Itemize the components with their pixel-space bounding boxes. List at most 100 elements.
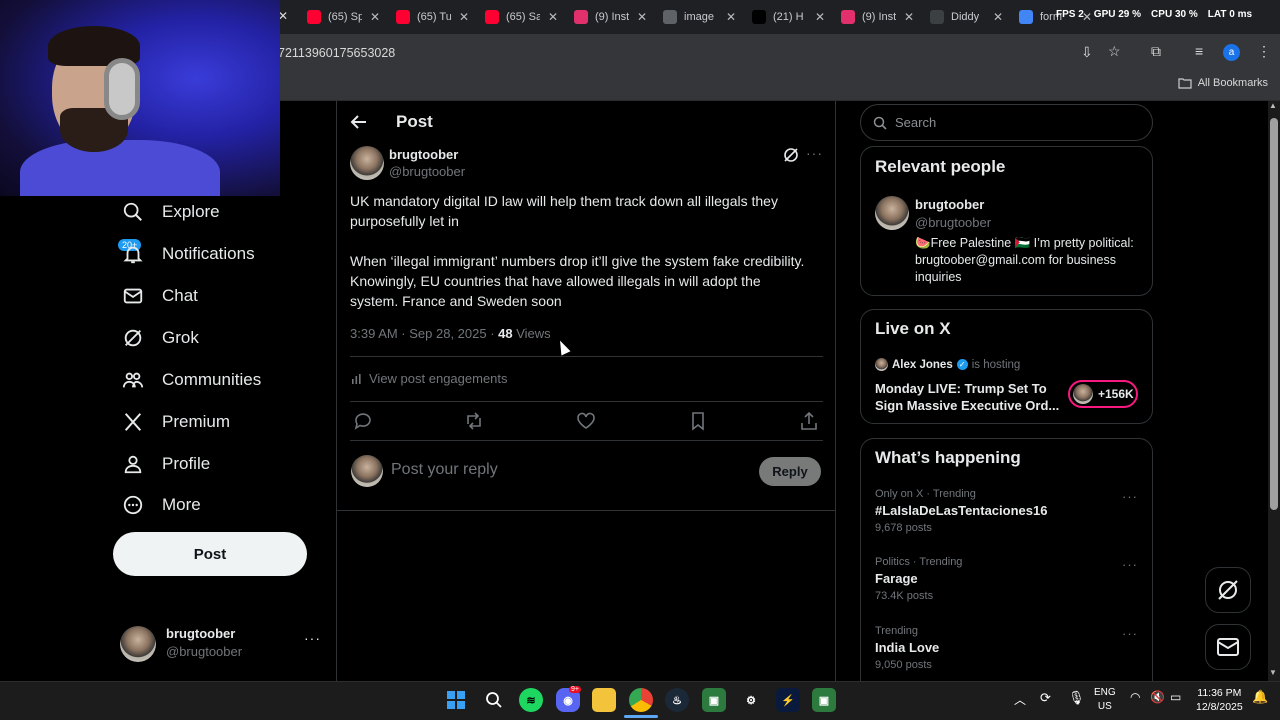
all-bookmarks-button[interactable]: All Bookmarks: [1178, 77, 1268, 89]
live-listeners-pill[interactable]: +156K: [1068, 380, 1138, 408]
author-avatar[interactable]: [350, 146, 384, 180]
grok-explain-icon[interactable]: [783, 147, 799, 163]
browser-tab[interactable]: (65) Tu ✕: [396, 6, 469, 28]
file-explorer-icon[interactable]: [592, 688, 616, 712]
close-tab-icon[interactable]: ✕: [904, 10, 914, 24]
profile-avatar-icon[interactable]: a: [1223, 44, 1240, 61]
tray-chevron-up-icon[interactable]: ︿: [1014, 691, 1026, 708]
author-handle[interactable]: @brugtoober: [389, 164, 465, 179]
author-name[interactable]: brugtoober: [389, 147, 458, 162]
grok-float-button[interactable]: [1205, 567, 1251, 613]
compose-post-button[interactable]: Post: [113, 532, 307, 576]
browser-tab[interactable]: (9) Inst ✕: [574, 6, 647, 28]
grok-icon: [124, 329, 142, 347]
trend-context: Trending: [875, 625, 919, 637]
settings-app-icon[interactable]: ⚙: [739, 688, 763, 712]
browser-tab[interactable]: (21) H ✕: [752, 6, 825, 28]
wifi-icon[interactable]: ◠: [1130, 690, 1140, 704]
notification-center-icon[interactable]: 🔔: [1252, 689, 1268, 705]
browser-tab[interactable]: (65) Sa ✕: [485, 6, 558, 28]
close-tab-icon[interactable]: ✕: [459, 10, 469, 24]
bookmark-icon[interactable]: [688, 411, 708, 431]
nav-grok[interactable]: Grok: [122, 322, 199, 354]
repost-icon[interactable]: [464, 411, 484, 431]
browser-tab[interactable]: (65) Sp ✕: [307, 6, 380, 28]
nav-chat[interactable]: Chat: [122, 280, 198, 312]
sync-icon[interactable]: ⟳: [1040, 690, 1051, 706]
account-handle: @brugtoober: [166, 644, 243, 659]
back-arrow-icon[interactable]: [350, 113, 368, 131]
share-icon[interactable]: [799, 411, 819, 431]
view-engagements-link[interactable]: View post engagements: [351, 371, 508, 386]
reply-avatar: [351, 455, 383, 487]
taskbar-search-icon[interactable]: [482, 688, 506, 712]
app-icon[interactable]: ▣: [812, 688, 836, 712]
scroll-up-arrow-icon[interactable]: ▲: [1269, 101, 1277, 110]
game-launcher-icon[interactable]: ▣: [702, 688, 726, 712]
trend-more-icon[interactable]: ···: [1122, 489, 1138, 504]
reply-icon[interactable]: [353, 411, 373, 431]
close-tab-icon[interactable]: ✕: [815, 10, 825, 24]
nav-more[interactable]: More: [122, 489, 201, 521]
reply-button[interactable]: Reply: [759, 457, 821, 486]
reply-input[interactable]: Post your reply: [391, 461, 498, 479]
battery-icon[interactable]: ▭: [1170, 690, 1181, 704]
close-tab-icon[interactable]: ✕: [993, 10, 1003, 24]
scrollbar-thumb[interactable]: [1270, 118, 1278, 510]
trend-item[interactable]: Politics · Trending Farage 73.4K posts: [875, 556, 1145, 606]
trend-post-count: 73.4K posts: [875, 590, 934, 602]
close-tab-icon[interactable]: ✕: [370, 10, 380, 24]
relevant-handle[interactable]: @brugtoober: [915, 215, 991, 230]
messages-float-button[interactable]: [1205, 624, 1251, 670]
volume-muted-icon[interactable]: 🔇: [1150, 690, 1165, 704]
trend-more-icon[interactable]: ···: [1122, 557, 1138, 572]
nav-profile[interactable]: Profile: [122, 448, 210, 480]
mail-icon: [1217, 638, 1239, 656]
close-tab-icon[interactable]: ✕: [637, 10, 647, 24]
trend-item[interactable]: Trending India Love 9,050 posts: [875, 625, 1145, 675]
bookmark-star-icon[interactable]: ☆: [1108, 43, 1121, 60]
account-switcher[interactable]: brugtoober @brugtoober ···: [120, 624, 325, 664]
more-circle-icon: [123, 495, 143, 515]
relevant-name[interactable]: brugtoober: [915, 197, 984, 212]
like-heart-icon[interactable]: [576, 411, 596, 431]
chrome-icon[interactable]: [629, 688, 653, 712]
browser-menu-icon[interactable]: ⋮: [1257, 43, 1271, 60]
relevant-avatar[interactable]: [875, 196, 909, 230]
search-input[interactable]: Search: [860, 104, 1153, 141]
trend-item[interactable]: Only on X · Trending #LaIslaDeLasTentacio…: [875, 488, 1145, 538]
language-indicator[interactable]: ENG US: [1094, 686, 1116, 714]
extensions-icon[interactable]: ⧉: [1151, 43, 1161, 60]
post-more-icon[interactable]: ···: [806, 145, 823, 161]
windows-start-icon[interactable]: [444, 688, 468, 712]
microphone-icon[interactable]: 🎙: [1068, 690, 1085, 706]
app-launcher-icon[interactable]: ⚡: [776, 688, 800, 712]
media-controls-icon[interactable]: ≡: [1195, 43, 1203, 59]
live-title: Live on X: [875, 319, 951, 338]
system-clock[interactable]: 11:36 PM 12/8/2025: [1196, 686, 1243, 714]
more-dots-icon[interactable]: ···: [304, 630, 321, 646]
browser-tab[interactable]: image ✕: [663, 6, 736, 28]
nav-premium[interactable]: Premium: [122, 406, 230, 438]
host-name: Alex Jones: [892, 358, 953, 371]
nav-communities[interactable]: Communities: [122, 364, 261, 396]
trend-more-icon[interactable]: ···: [1122, 626, 1138, 641]
close-tab-icon[interactable]: ✕: [548, 10, 558, 24]
live-host-row[interactable]: Alex Jones ✓ is hosting: [875, 358, 1020, 371]
steam-icon[interactable]: ♨: [665, 688, 689, 712]
browser-tab[interactable]: (9) Inst ✕: [841, 6, 914, 28]
address-bar-url[interactable]: 72113960175653028: [278, 46, 395, 60]
browser-tab[interactable]: Diddy ✕: [930, 6, 1003, 28]
relevant-people-title: Relevant people: [875, 157, 1006, 176]
scroll-down-arrow-icon[interactable]: ▼: [1269, 668, 1277, 677]
views-label: Views: [512, 326, 551, 341]
close-tab-icon[interactable]: ✕: [726, 10, 736, 24]
relevant-bio: 🍉Free Palestine 🇵🇸 I’m pretty political:…: [915, 236, 1134, 284]
x-icon: [752, 10, 766, 24]
install-app-icon[interactable]: ⇩: [1081, 44, 1093, 61]
verified-badge-icon: ✓: [956, 359, 968, 370]
spotify-icon[interactable]: ≋: [519, 688, 543, 712]
nav-notifications[interactable]: Notifications: [122, 238, 255, 270]
nav-explore[interactable]: Explore: [122, 196, 220, 228]
live-headline[interactable]: Monday LIVE: Trump Set To Sign Massive E…: [875, 380, 1060, 414]
